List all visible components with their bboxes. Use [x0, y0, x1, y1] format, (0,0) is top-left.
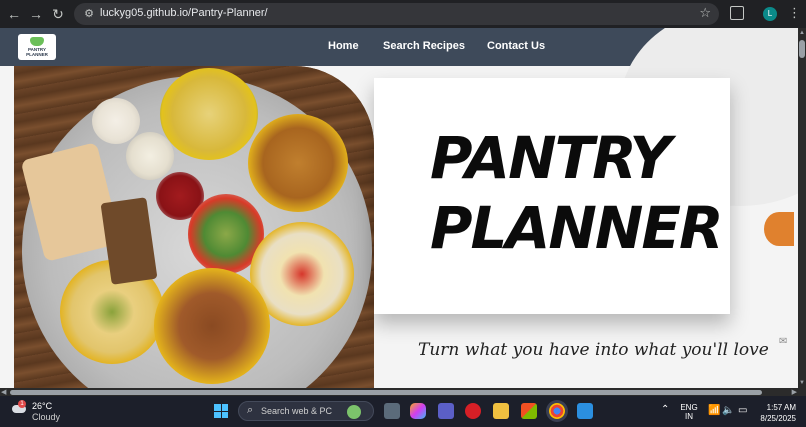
search-icon: ⌕: [247, 404, 254, 416]
taskbar-search-placeholder: Search web & PC: [261, 406, 333, 416]
pot-icon: [30, 37, 44, 46]
task-view-icon[interactable]: [384, 403, 400, 419]
address-bar[interactable]: ⚙ luckyg05.github.io/Pantry-Planner/ ☆: [74, 3, 719, 25]
page-viewport: PANTRY PLANNER Home Search Recipes Conta…: [0, 28, 798, 388]
reload-icon[interactable]: ↻: [48, 4, 68, 24]
chrome-icon[interactable]: [549, 403, 565, 419]
bowl-falafel: [154, 268, 270, 384]
vertical-scrollbar[interactable]: ▲ ▼: [798, 28, 806, 388]
profile-avatar[interactable]: L: [763, 7, 777, 21]
system-clock[interactable]: 1:57 AM 8/25/2025: [760, 402, 796, 424]
bowl-yogurt: [126, 132, 174, 180]
battery-icon[interactable]: ▭: [738, 405, 747, 416]
weather-temperature[interactable]: 26°C: [32, 401, 52, 411]
weather-condition[interactable]: Cloudy: [32, 412, 60, 422]
site-info-icon[interactable]: ⚙: [81, 6, 97, 22]
bookmark-star-icon[interactable]: ☆: [699, 5, 711, 21]
browser-toolbar: ← → ↻ ⚙ luckyg05.github.io/Pantry-Planne…: [0, 0, 806, 28]
hero-food-image: [14, 66, 374, 388]
show-hidden-icons[interactable]: ⌃: [661, 404, 669, 415]
scroll-left-icon[interactable]: ◀: [1, 388, 6, 396]
bowl-rolls: [160, 68, 258, 160]
hero-section: PANTRY PLANNER Turn what you have into w…: [0, 28, 798, 388]
back-icon[interactable]: ←: [4, 4, 24, 24]
windows-taskbar: 1 26°C Cloudy ⌕ Search web & PC ⌃ ENG IN…: [0, 396, 806, 427]
bowl-dip: [92, 98, 140, 144]
extensions-icon[interactable]: [730, 6, 744, 20]
vertical-scroll-thumb[interactable]: [799, 40, 805, 58]
horizontal-scroll-thumb[interactable]: [10, 390, 762, 395]
vscode-icon[interactable]: [577, 403, 593, 419]
search-highlight-icon: [347, 405, 361, 419]
language-indicator[interactable]: ENG IN: [678, 403, 700, 421]
url-text[interactable]: luckyg05.github.io/Pantry-Planner/: [100, 7, 268, 19]
taskbar-search[interactable]: ⌕ Search web & PC: [238, 401, 374, 421]
hero-tagline: Turn what you have into what you'll love: [418, 340, 769, 360]
forward-icon[interactable]: →: [26, 4, 46, 24]
floating-chat-icon[interactable]: ✉: [779, 336, 787, 347]
nav-search-recipes[interactable]: Search Recipes: [383, 40, 465, 52]
teams-icon[interactable]: [438, 403, 454, 419]
scroll-right-icon[interactable]: ▶: [792, 388, 797, 396]
weather-badge: 1: [18, 400, 26, 408]
microsoft-store-icon[interactable]: [521, 403, 537, 419]
hero-title-line1: PANTRY: [430, 124, 672, 192]
orange-tab[interactable]: [764, 212, 794, 246]
menu-icon[interactable]: ⋮: [788, 5, 801, 21]
opera-icon[interactable]: [465, 403, 481, 419]
scroll-down-icon[interactable]: ▼: [799, 380, 805, 386]
start-windows-icon[interactable]: [214, 404, 228, 418]
clock-time: 1:57 AM: [766, 403, 796, 412]
volume-icon[interactable]: 🔈: [722, 405, 734, 416]
file-explorer-icon[interactable]: [493, 403, 509, 419]
logo-text: PANTRY PLANNER: [26, 47, 48, 57]
bowl-stew: [248, 114, 348, 212]
copilot-icon[interactable]: [410, 403, 426, 419]
wifi-icon[interactable]: 📶: [708, 405, 720, 416]
horizontal-scrollbar[interactable]: ◀ ▶: [0, 388, 806, 396]
scroll-up-icon[interactable]: ▲: [799, 30, 805, 36]
site-logo[interactable]: PANTRY PLANNER: [18, 34, 56, 60]
hero-title-line2: PLANNER: [430, 194, 724, 262]
nav-home[interactable]: Home: [328, 40, 359, 52]
clock-date: 8/25/2025: [760, 414, 796, 423]
title-card: PANTRY PLANNER: [374, 78, 730, 314]
weather-cloud-icon[interactable]: 1: [10, 400, 28, 414]
nav-contact-us[interactable]: Contact Us: [487, 40, 545, 52]
